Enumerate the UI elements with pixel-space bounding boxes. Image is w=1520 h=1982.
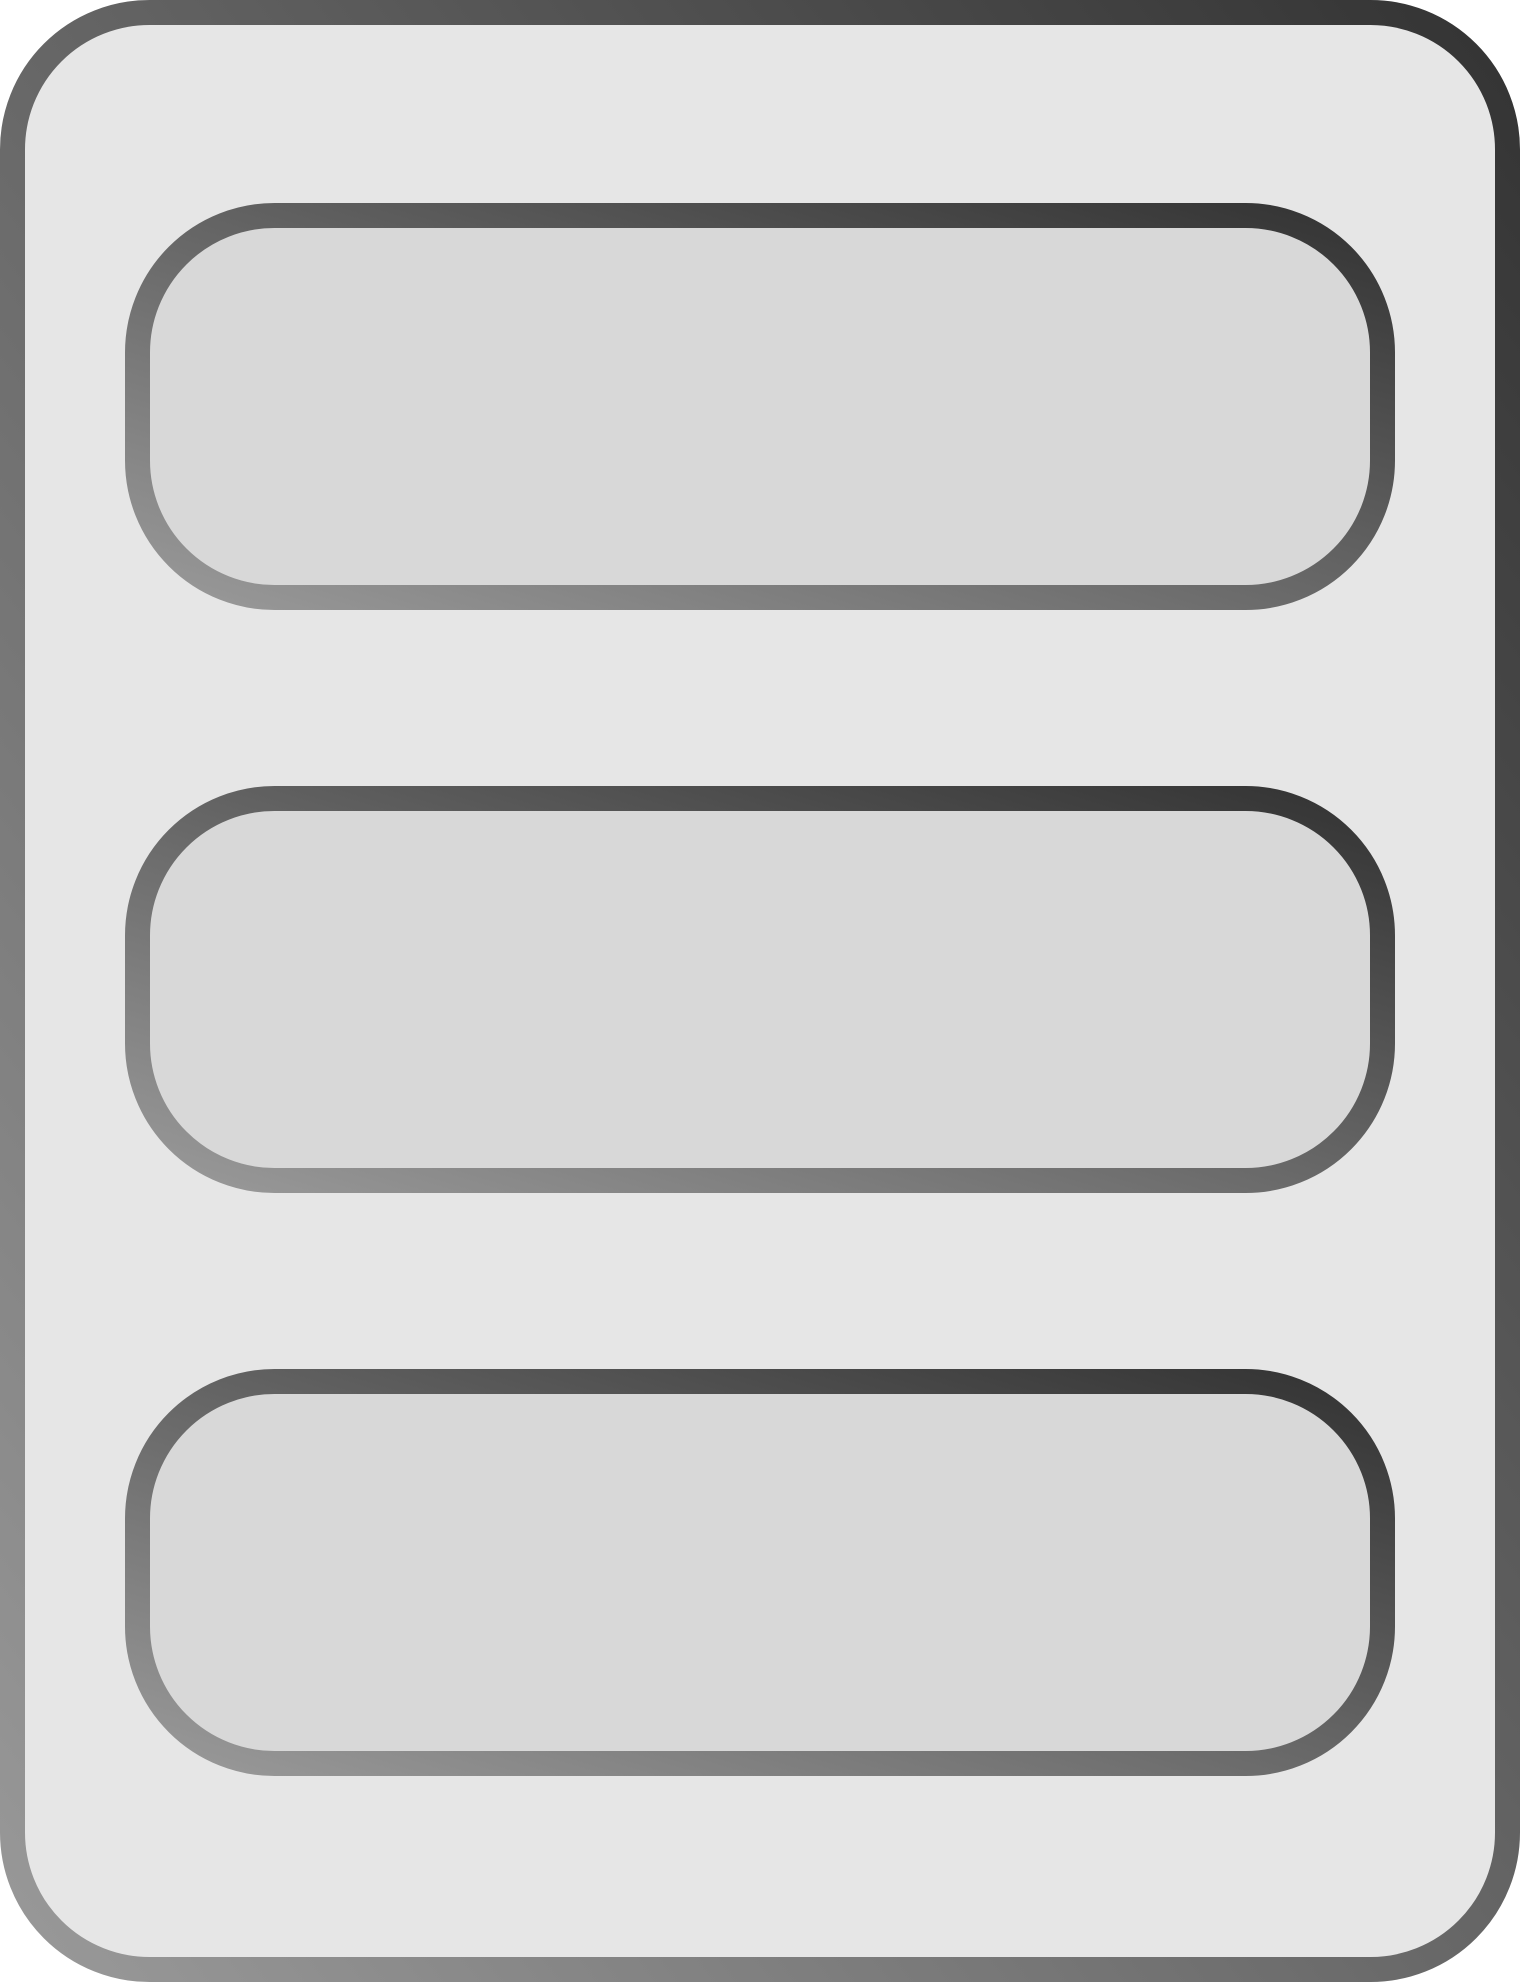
list-layout-icon <box>0 0 1520 1982</box>
list-row-2 <box>125 786 1395 1193</box>
list-row-3 <box>125 1369 1395 1776</box>
list-row-1 <box>125 203 1395 610</box>
